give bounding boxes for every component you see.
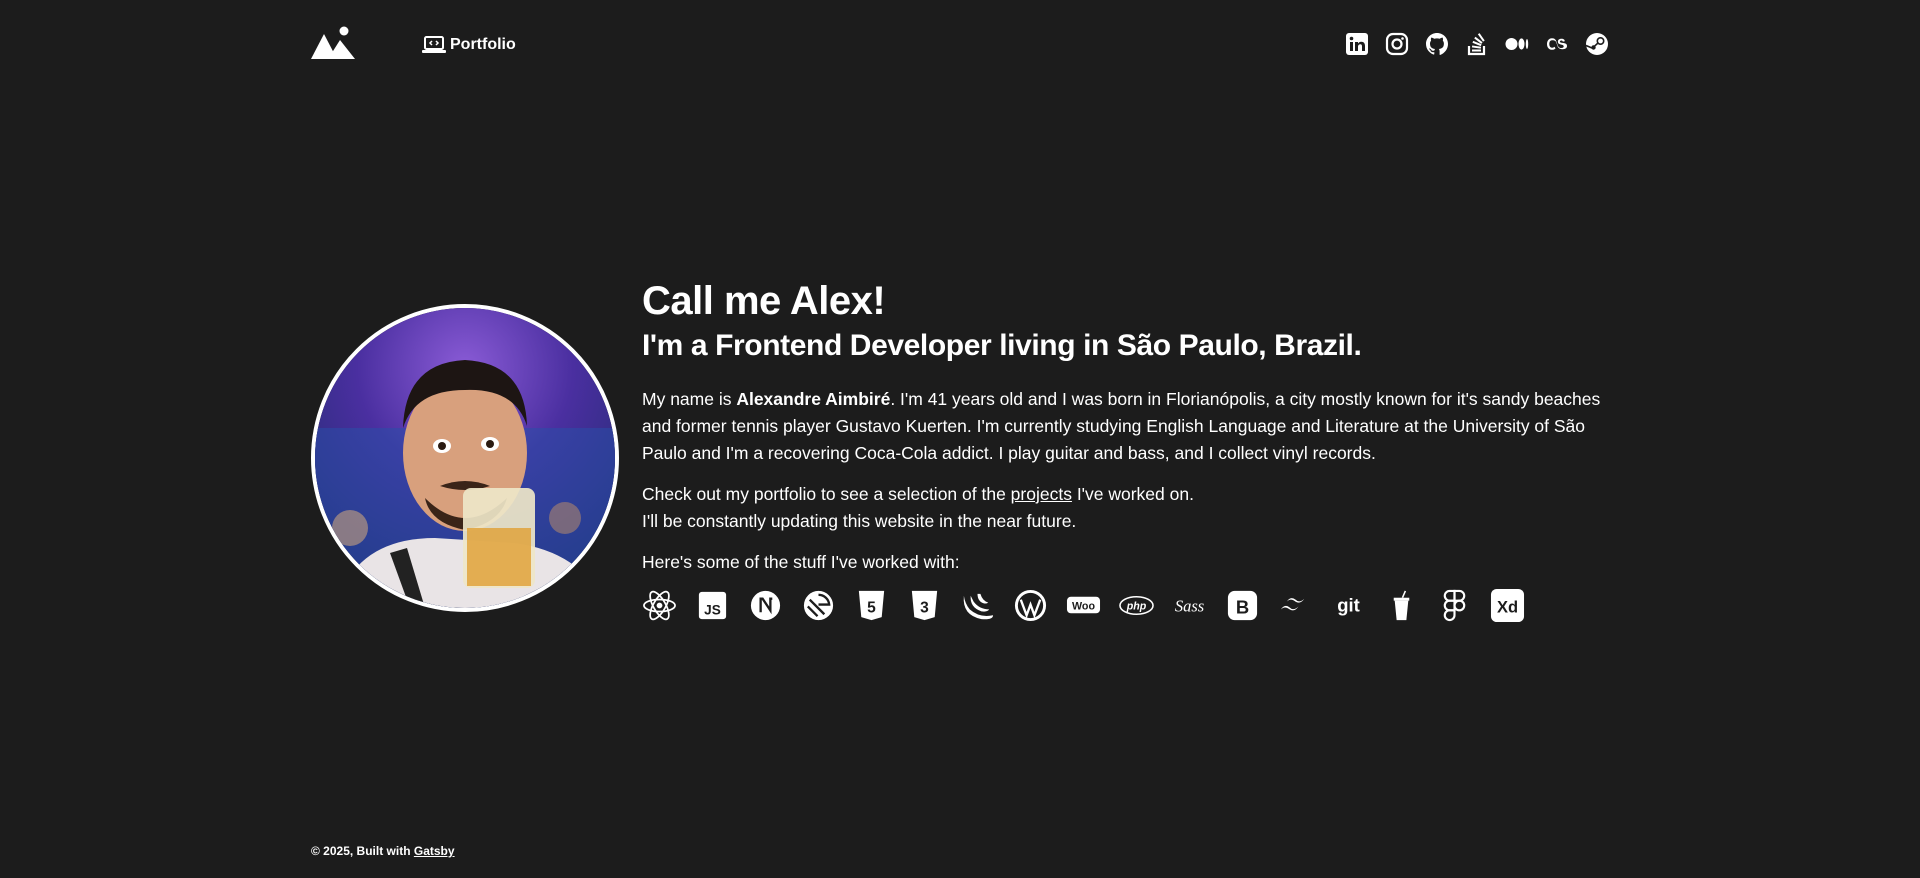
svg-text:JS: JS xyxy=(704,602,721,617)
tailwind-icon xyxy=(1278,588,1313,623)
bio-name: Alexandre Aimbiré xyxy=(736,389,891,409)
stack-intro: Here's some of the stuff I've worked wit… xyxy=(642,552,960,572)
intro-section: Call me Alex! I'm a Frontend Developer l… xyxy=(642,278,1612,623)
gulp-icon xyxy=(1384,588,1419,623)
html5-icon: 5 xyxy=(854,588,889,623)
svg-text:Woo: Woo xyxy=(1072,600,1095,612)
nav-portfolio-label: Portfolio xyxy=(450,36,516,53)
bio-prefix: My name is xyxy=(642,389,737,409)
bootstrap-icon: B xyxy=(1225,588,1260,623)
portfolio-suffix: I've worked on. xyxy=(1071,484,1194,504)
svg-text:php: php xyxy=(1126,600,1147,612)
profile-photo xyxy=(311,304,619,612)
svg-text:B: B xyxy=(1236,596,1249,617)
nextjs-icon xyxy=(748,588,783,623)
jquery-icon xyxy=(960,588,995,623)
laptop-code-icon xyxy=(422,36,446,53)
tech-stack-list: JS 5 3 Woo php Sass B git Xd xyxy=(642,588,1612,623)
mountains-logo-icon[interactable] xyxy=(311,26,355,60)
page-subtitle: I'm a Frontend Developer living in São P… xyxy=(642,329,1362,362)
svg-text:git: git xyxy=(1337,594,1360,615)
footer-text: © 2025, Built with xyxy=(311,844,414,858)
lastfm-icon[interactable] xyxy=(1545,32,1569,56)
medium-icon[interactable] xyxy=(1505,32,1529,56)
instagram-icon[interactable] xyxy=(1385,32,1409,56)
nav-portfolio-link[interactable]: Portfolio xyxy=(422,35,516,55)
adobe-xd-icon: Xd xyxy=(1490,588,1525,623)
page-title: Call me Alex! xyxy=(642,279,886,323)
gatsby-icon xyxy=(801,588,836,623)
svg-text:Xd: Xd xyxy=(1497,597,1518,616)
figma-icon xyxy=(1437,588,1472,623)
stackoverflow-icon[interactable] xyxy=(1465,32,1489,56)
update-line: I'll be constantly updating this website… xyxy=(642,511,1077,531)
steam-icon[interactable] xyxy=(1585,32,1609,56)
portfolio-paragraph: Check out my portfolio to see a selectio… xyxy=(642,481,1612,535)
bio-paragraph: My name is Alexandre Aimbiré. I'm 41 yea… xyxy=(642,386,1612,467)
github-icon[interactable] xyxy=(1425,32,1449,56)
css3-icon: 3 xyxy=(907,588,942,623)
wordpress-icon xyxy=(1013,588,1048,623)
social-links xyxy=(1345,32,1609,56)
portfolio-prefix: Check out my portfolio to see a selectio… xyxy=(642,484,1011,504)
svg-text:5: 5 xyxy=(867,599,876,616)
sass-icon: Sass xyxy=(1172,588,1207,623)
projects-link[interactable]: projects xyxy=(1011,484,1072,504)
javascript-icon: JS xyxy=(695,588,730,623)
git-icon: git xyxy=(1331,588,1366,623)
woocommerce-icon: Woo xyxy=(1066,588,1101,623)
svg-text:Sass: Sass xyxy=(1175,596,1204,615)
gatsby-link[interactable]: Gatsby xyxy=(414,844,455,858)
site-header: Portfolio xyxy=(311,26,1609,66)
react-icon xyxy=(642,588,677,623)
site-footer: © 2025, Built with Gatsby xyxy=(311,844,455,858)
linkedin-icon[interactable] xyxy=(1345,32,1369,56)
php-icon: php xyxy=(1119,588,1154,623)
svg-text:3: 3 xyxy=(920,599,929,616)
